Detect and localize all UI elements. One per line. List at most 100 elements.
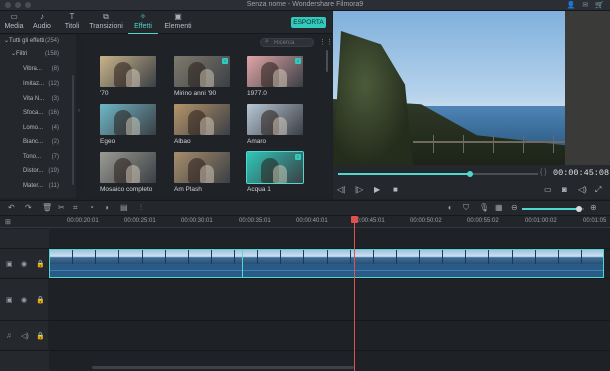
lock-icon[interactable]: 🔒 — [36, 296, 45, 304]
timeline-toolbar: ↶ ↷ 🗑 ✂ ⌗ ◔ ◑ ▤ ⫶ ◖ ⛉ 🎙 ▦ ⊖ ⊕ — [0, 200, 610, 216]
category-item[interactable]: Sfoca... (16) — [0, 108, 76, 119]
category-item[interactable]: Imitaz... (12) — [0, 79, 76, 90]
title-bar: Senza nome - Wondershare Filmora9 👤 ✉ 🛒 — [0, 0, 610, 11]
clip-frame — [443, 250, 467, 264]
effect-label: Egeo — [100, 138, 116, 145]
color-icon[interactable]: ◑ — [104, 203, 109, 212]
render-icon[interactable]: ◖ — [447, 203, 452, 212]
zoom-slider[interactable] — [522, 206, 584, 212]
marker-icon[interactable]: ⛉ — [463, 203, 469, 213]
snapshot-icon[interactable]: ◙ — [562, 185, 567, 194]
video-track-2[interactable] — [49, 279, 610, 321]
cart-icon[interactable]: 🛒 — [595, 1, 604, 9]
speaker-icon[interactable]: ◁) — [21, 332, 29, 340]
add-track-icon[interactable]: ⊞ — [5, 218, 11, 226]
clip-frame — [258, 250, 282, 264]
play-pause-icon[interactable]: |▷ — [355, 185, 363, 194]
crop-icon[interactable]: ⌗ — [73, 203, 78, 213]
redo-icon[interactable]: ↷ — [25, 203, 32, 212]
mail-icon[interactable]: ✉ — [582, 1, 588, 9]
effect-label: Acqua 1 — [247, 186, 271, 193]
zoom-in-icon[interactable]: ⊕ — [590, 203, 597, 212]
download-icon[interactable]: ↓ — [295, 154, 301, 160]
preview-controls: { } 00:00:45:08 ◁| |▷ ▶ ■ ▭ ◙ ◁) ⤢ — [333, 165, 610, 199]
lock-icon[interactable]: 🔒 — [36, 332, 45, 340]
search-box[interactable]: ⌕ — [260, 38, 314, 47]
download-icon[interactable]: ↓ — [222, 58, 228, 64]
zoom-out-icon[interactable]: ⊖ — [511, 203, 518, 212]
timeline-ruler[interactable]: ⊞ 00:00:20:01 00:00:25:01 00:00:30:01 00… — [0, 216, 610, 228]
tab-titles[interactable]: T Titoli — [59, 11, 85, 34]
effect-thumbnail: ↓ — [174, 56, 230, 87]
grid-scrollbar[interactable] — [326, 50, 328, 72]
delete-icon[interactable]: 🗑 — [42, 203, 52, 212]
play-button[interactable]: ▶ — [374, 185, 380, 194]
category-item[interactable]: Vita N... (3) — [0, 94, 76, 105]
mark-in-out-icon[interactable]: { } — [540, 169, 547, 176]
effect-thumbnail: ↓ — [246, 151, 304, 184]
tab-elements[interactable]: ▣ Elementi — [162, 11, 194, 34]
category-item[interactable]: Lomo... (4) — [0, 123, 76, 134]
export-button[interactable]: ESPORTA — [291, 17, 326, 28]
stop-button[interactable]: ■ — [393, 185, 398, 194]
audio-track[interactable] — [49, 321, 610, 351]
music-note-icon: ♫ — [6, 332, 12, 339]
timeline-scrollbar[interactable] — [92, 366, 354, 369]
clip-frame — [165, 250, 189, 264]
category-all-effects[interactable]: ⌄Tutti gli effetti (254) — [0, 36, 76, 47]
folder-icon: ▭ — [10, 12, 18, 21]
effect-label: Am Plash — [174, 186, 202, 193]
effect-thumbnail: ↓ — [247, 56, 303, 87]
category-item[interactable]: Tono... (7) — [0, 152, 76, 163]
sidebar-scrollbar[interactable] — [72, 75, 74, 185]
effects-category-sidebar: ⌄Tutti gli effetti (254) ⌄Filtri (158) V… — [0, 35, 76, 198]
category-item[interactable]: Bianc... (2) — [0, 137, 76, 148]
user-icon[interactable]: 👤 — [567, 1, 576, 9]
fullscreen-icon[interactable]: ⤢ — [595, 185, 601, 195]
effects-icon: ✧ — [139, 12, 147, 21]
voiceover-icon[interactable]: ▦ — [495, 203, 503, 212]
speed-icon[interactable]: ◔ — [89, 203, 94, 212]
clip-frame — [327, 250, 351, 264]
display-settings-icon[interactable]: ▭ — [544, 185, 552, 194]
green-screen-icon[interactable]: ▤ — [120, 203, 128, 212]
eye-icon[interactable]: ◉ — [21, 296, 27, 304]
search-input[interactable] — [274, 39, 312, 46]
effect-label: Mirino anni '90 — [174, 90, 217, 97]
collapse-sidebar-icon[interactable]: ‹ — [78, 108, 80, 114]
tab-transitions[interactable]: ⧉ Transizioni — [88, 11, 124, 34]
effect-thumbnail — [174, 104, 230, 135]
tab-audio[interactable]: ♪ Audio — [30, 11, 54, 34]
clip-frame — [373, 250, 397, 264]
category-filters[interactable]: ⌄Filtri (158) — [0, 49, 76, 60]
effect-label: Mosaico completo — [100, 186, 153, 193]
category-item[interactable]: Distor... (19) — [0, 166, 76, 177]
tab-media[interactable]: ▭ Media — [2, 11, 26, 34]
eye-icon[interactable]: ◉ — [21, 260, 27, 268]
preview-progress-slider[interactable] — [338, 171, 538, 177]
ruler-label: 00:00:35:01 — [239, 218, 271, 224]
tab-effects[interactable]: ✧ Effetti — [128, 11, 158, 34]
video-clip[interactable] — [49, 249, 604, 278]
download-icon[interactable]: ↓ — [295, 58, 301, 64]
microphone-icon[interactable]: 🎙 — [479, 203, 489, 212]
category-item[interactable]: Vibra... (8) — [0, 64, 76, 75]
transition-icon: ⧉ — [103, 12, 109, 21]
audio-mixer-icon[interactable]: ⫶ — [140, 203, 142, 213]
previous-frame-button[interactable]: ◁| — [337, 185, 345, 194]
undo-icon[interactable]: ↶ — [8, 203, 15, 212]
progress-handle[interactable] — [467, 171, 473, 177]
volume-icon[interactable]: ◁) — [578, 185, 587, 194]
preview-side-area — [565, 11, 610, 165]
clip-audio-waveform — [50, 264, 603, 277]
lock-icon[interactable]: 🔒 — [36, 260, 45, 268]
video-track-icon: ▣ — [6, 296, 13, 304]
effect-thumbnail — [100, 56, 156, 87]
category-item[interactable]: Mater... (11) — [0, 181, 76, 192]
playhead[interactable] — [354, 216, 355, 371]
clip-frame — [512, 250, 536, 264]
cut-icon[interactable]: ✂ — [58, 203, 65, 212]
playhead-handle[interactable] — [351, 216, 358, 223]
zoom-handle[interactable] — [576, 206, 583, 212]
grid-view-icon[interactable]: ⋮⋮ — [319, 38, 333, 46]
